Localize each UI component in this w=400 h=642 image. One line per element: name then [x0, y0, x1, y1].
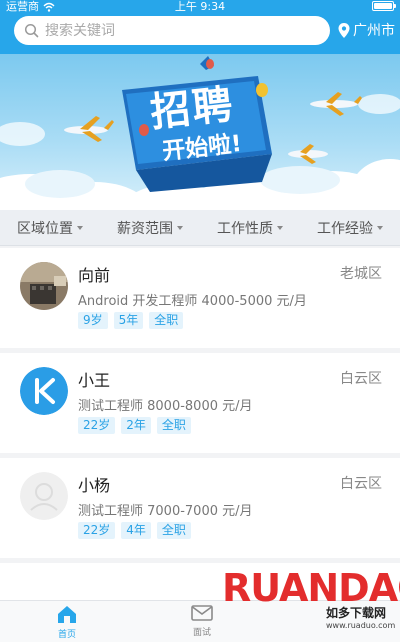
candidate-job: 测试工程师 7000-7000 元/月 — [78, 504, 253, 519]
candidate-name: 小杨 — [78, 476, 111, 495]
carousel-dot[interactable] — [209, 200, 215, 206]
caret-down-icon — [277, 225, 283, 230]
tab-label: 面试 — [192, 628, 211, 638]
candidate-tags: 22岁 4年 全职 — [78, 522, 191, 539]
recruitment-banner[interactable]: 招聘 开始啦! — [0, 54, 400, 210]
candidate-tags: 22岁 2年 全职 — [78, 417, 191, 434]
location-pin-icon — [338, 22, 350, 38]
candidate-name: 向前 — [78, 266, 111, 285]
location-city: 广州市 — [353, 23, 395, 39]
watermark-url: www.ruaduo.com — [326, 621, 396, 630]
candidate-district: 白云区 — [340, 476, 382, 492]
battery-icon — [372, 1, 396, 11]
candidate-name: 小王 — [78, 371, 111, 390]
tag-job-type: 全职 — [156, 522, 191, 539]
airplane-top-right — [310, 92, 362, 116]
candidate-card[interactable]: 小杨 白云区 测试工程师 7000-7000 元/月 22岁 4年 全职 — [0, 458, 400, 558]
tag-age: 22岁 — [78, 522, 116, 539]
filter-salary[interactable]: 薪资范围 — [100, 210, 200, 245]
candidate-district: 老城区 — [340, 266, 382, 282]
tag-age: 9岁 — [78, 312, 108, 329]
avatar-photo — [20, 262, 68, 310]
default-avatar-icon — [20, 472, 68, 520]
filter-label: 薪资范围 — [117, 220, 173, 237]
filter-bar: 区域位置 薪资范围 工作性质 工作经验 — [0, 210, 400, 246]
avatar — [20, 367, 68, 415]
tag-job-type: 全职 — [149, 312, 184, 329]
tab-label: 首页 — [57, 630, 76, 640]
avatar — [20, 472, 68, 520]
home-icon — [58, 606, 76, 623]
avatar — [20, 262, 68, 310]
status-bar: 运营商 上午 9:34 — [0, 0, 400, 14]
status-right — [372, 1, 396, 11]
tag-experience: 2年 — [121, 417, 151, 434]
airplane-left — [64, 116, 114, 142]
location-selector[interactable]: 广州市 — [338, 20, 395, 40]
caret-down-icon — [377, 225, 383, 230]
candidate-district: 白云区 — [340, 371, 382, 387]
candidate-job: 测试工程师 8000-8000 元/月 — [78, 399, 253, 414]
search-bar[interactable] — [14, 16, 330, 45]
carousel-dot[interactable] — [185, 200, 191, 206]
tag-experience: 5年 — [113, 312, 144, 329]
filter-area[interactable]: 区域位置 — [0, 210, 100, 245]
status-time: 上午 9:34 — [174, 0, 226, 13]
candidate-tags: 9岁 5年 全职 — [78, 312, 184, 329]
filter-job-type[interactable]: 工作性质 — [200, 210, 300, 245]
tab-home[interactable]: 首页 — [37, 603, 97, 640]
filter-experience[interactable]: 工作经验 — [300, 210, 400, 245]
top-header: 运营商 上午 9:34 广州 — [0, 0, 400, 54]
search-icon — [24, 23, 39, 38]
watermark-logo: RUANDAO 如多下载网 www.ruaduo.com — [222, 566, 400, 638]
tag-experience: 4年 — [121, 522, 151, 539]
tag-age: 22岁 — [78, 417, 116, 434]
carousel-dot[interactable] — [197, 200, 203, 206]
search-input[interactable] — [45, 22, 305, 39]
caret-down-icon — [177, 225, 183, 230]
carousel-indicator[interactable] — [0, 200, 400, 206]
filter-label: 工作经验 — [317, 220, 373, 237]
tag-job-type: 全职 — [156, 417, 191, 434]
caret-down-icon — [77, 225, 83, 230]
filter-label: 工作性质 — [217, 220, 273, 237]
candidate-card[interactable]: 向前 老城区 Android 开发工程师 4000-5000 元/月 9岁 5年… — [0, 248, 400, 348]
app-screen: 运营商 上午 9:34 广州 — [0, 0, 400, 642]
mail-icon — [191, 605, 213, 621]
candidate-card[interactable]: 小王 白云区 测试工程师 8000-8000 元/月 22岁 2年 全职 — [0, 353, 400, 453]
candidate-job: Android 开发工程师 4000-5000 元/月 — [78, 294, 307, 309]
k-logo-icon — [20, 367, 68, 415]
filter-label: 区域位置 — [17, 220, 73, 237]
airplane-bottom-right — [288, 144, 328, 164]
watermark-cn: 如多下载网 — [326, 606, 387, 620]
